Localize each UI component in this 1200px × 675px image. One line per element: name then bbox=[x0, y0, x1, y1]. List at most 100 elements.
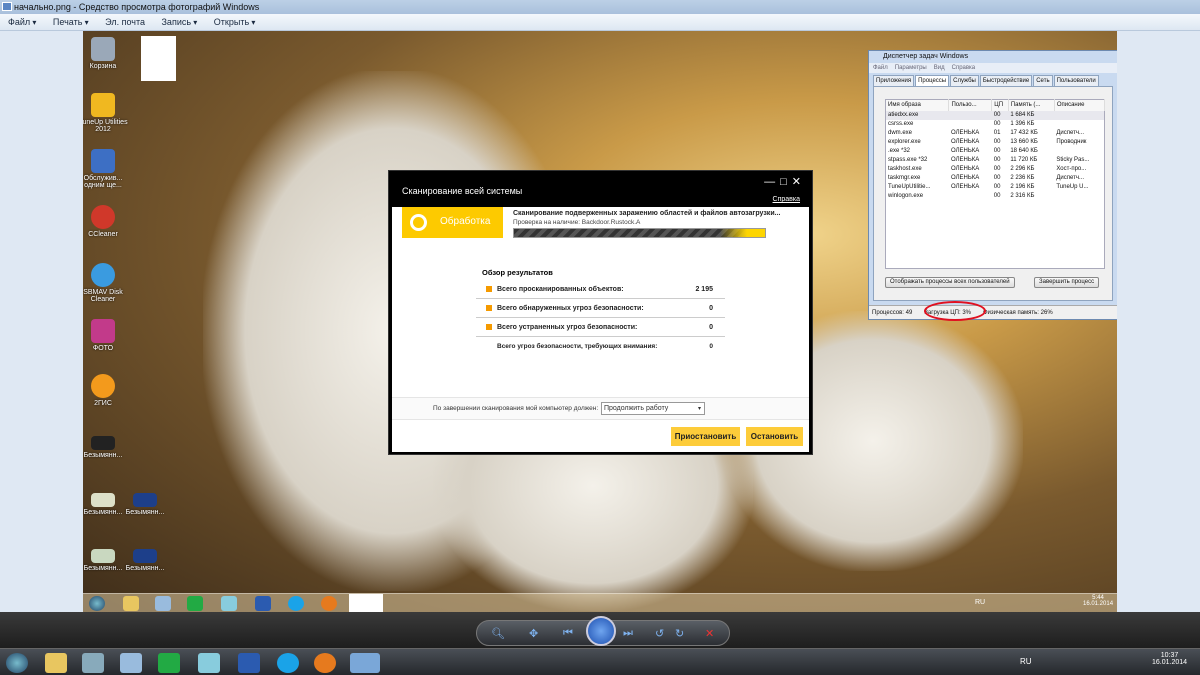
process-row[interactable]: stpass.exe *32 ОЛЕНЬКА 00 11 720 КБ Sticky P… bbox=[886, 156, 1105, 165]
skype-icon[interactable] bbox=[277, 653, 299, 673]
explorer-icon[interactable] bbox=[123, 596, 139, 611]
col-memory[interactable]: Память (... bbox=[1008, 99, 1055, 111]
menu-open[interactable]: Открыть bbox=[214, 17, 256, 27]
process-row[interactable]: .exe *32 ОЛЕНЬКА 00 18 640 КБ bbox=[886, 147, 1105, 156]
process-cell: Хост-про... bbox=[1056, 166, 1087, 172]
process-cell: ОЛЕНЬКА bbox=[950, 139, 980, 145]
word-icon[interactable] bbox=[238, 653, 260, 673]
after-scan-select[interactable]: Продолжить работу bbox=[601, 402, 705, 415]
process-cell: ОЛЕНЬКА bbox=[950, 130, 980, 136]
image-file-icon bbox=[133, 549, 157, 563]
process-cell: Диспетч... bbox=[1056, 130, 1085, 136]
process-cell: 2 296 КБ bbox=[1010, 166, 1035, 172]
firefox-icon[interactable] bbox=[321, 596, 337, 611]
clock[interactable]: 10:37 16.01.2014 bbox=[1152, 652, 1187, 666]
actual-size-icon[interactable]: ✥ bbox=[529, 627, 538, 640]
process-row[interactable]: taskhost.exe ОЛЕНЬКА 00 2 296 КБ Хост-про... bbox=[886, 165, 1105, 174]
tm-menu-options[interactable]: Параметры bbox=[895, 65, 927, 71]
menu-burn[interactable]: Запись bbox=[162, 17, 198, 27]
notes-icon[interactable] bbox=[198, 653, 220, 673]
col-description[interactable]: Описание bbox=[1054, 99, 1106, 111]
desktop-icon-image[interactable]: Безымянн... bbox=[117, 549, 173, 572]
tm-menu-file[interactable]: Файл bbox=[873, 65, 888, 71]
end-process-button[interactable]: Завершить процесс bbox=[1034, 277, 1100, 288]
inner-lang[interactable]: RU bbox=[975, 599, 985, 606]
next-icon[interactable]: ⏭ bbox=[623, 627, 633, 640]
calculator-icon[interactable] bbox=[155, 596, 171, 611]
memory-usage: Физическая память: 26% bbox=[982, 310, 1053, 316]
process-row[interactable]: winlogon.exe 00 2 316 КБ bbox=[886, 192, 1105, 201]
process-row[interactable]: TuneUpUtilitie... ОЛЕНЬКА 00 2 196 КБ TuneUp… bbox=[886, 183, 1105, 192]
firefox-icon[interactable] bbox=[314, 653, 336, 673]
maximize-icon[interactable]: □ bbox=[780, 176, 792, 188]
desktop-icon-foto[interactable]: ФОТО bbox=[83, 319, 131, 352]
col-image-name[interactable]: Имя образа bbox=[885, 99, 950, 111]
expand-icon[interactable] bbox=[486, 324, 492, 330]
rotate-left-icon[interactable]: ↺ bbox=[655, 627, 664, 640]
close-icon[interactable]: ✕ bbox=[792, 176, 806, 188]
col-user[interactable]: Пользо... bbox=[948, 99, 993, 111]
menu-file[interactable]: Файл bbox=[8, 17, 36, 27]
col-cpu[interactable]: ЦП bbox=[991, 99, 1009, 111]
show-all-processes-button[interactable]: Отображать процессы всех пользователей bbox=[885, 277, 1015, 288]
paint-icon[interactable] bbox=[82, 653, 104, 673]
desktop-icon-recycle-bin[interactable]: Корзина bbox=[83, 37, 131, 70]
start-button-icon[interactable] bbox=[6, 653, 28, 673]
processes-panel: Имя образа Пользо... ЦП Память (... Опис… bbox=[873, 86, 1113, 301]
process-row[interactable]: csrss.exe 00 1 396 КБ bbox=[886, 120, 1105, 129]
menu-email[interactable]: Эл. почта bbox=[105, 17, 145, 27]
stop-button[interactable]: Остановить bbox=[746, 427, 803, 446]
tm-menu-help[interactable]: Справка bbox=[952, 65, 976, 71]
task-manager-icon[interactable] bbox=[158, 653, 180, 673]
tab-applications[interactable]: Приложения bbox=[873, 75, 915, 86]
explorer-icon[interactable] bbox=[45, 653, 67, 673]
scan-check-line: Проверка на наличие: Backdoor.Rustock.A bbox=[513, 219, 641, 226]
process-row[interactable]: atiedxx.exe 00 1 684 КБ bbox=[885, 110, 1105, 120]
process-row[interactable]: dwm.exe ОЛЕНЬКА 01 17 432 КБ Диспетч... bbox=[886, 129, 1105, 138]
process-cell: 00 bbox=[993, 148, 1001, 154]
previous-icon[interactable]: ⏮ bbox=[563, 627, 573, 640]
inner-clock[interactable]: 5:44 16.01.2014 bbox=[1083, 595, 1113, 607]
desktop-icon-sbmav[interactable]: SBMAV Disk Cleaner bbox=[83, 263, 131, 303]
zoom-icon[interactable]: 🔍︎ bbox=[491, 627, 505, 640]
tab-services[interactable]: Службы bbox=[950, 75, 979, 86]
scan-status-line: Сканирование подверженных заражению обла… bbox=[513, 210, 781, 217]
process-cell: ОЛЕНЬКА bbox=[950, 148, 980, 154]
desktop-icon-maintenance[interactable]: Обслужив... одним ще... bbox=[83, 149, 131, 189]
process-cell: 11 720 КБ bbox=[1010, 157, 1038, 163]
desktop-icon-image[interactable]: Безымянн... bbox=[117, 493, 173, 516]
tm-menu-view[interactable]: Вид bbox=[934, 65, 945, 71]
lang-indicator[interactable]: RU bbox=[1020, 657, 1032, 666]
desktop-icon-image[interactable]: Безымянн... bbox=[83, 436, 131, 459]
rotate-right-icon[interactable]: ↻ bbox=[675, 627, 684, 640]
photo-viewer-task[interactable] bbox=[350, 653, 380, 673]
start-button-icon[interactable] bbox=[89, 596, 105, 611]
word-icon[interactable] bbox=[255, 596, 271, 611]
skype-icon[interactable] bbox=[288, 596, 304, 611]
calculator-icon[interactable] bbox=[120, 653, 142, 673]
tab-processes[interactable]: Процессы bbox=[915, 75, 950, 86]
minimize-icon[interactable]: — bbox=[764, 176, 780, 188]
process-cell: stpass.exe *32 bbox=[888, 157, 928, 163]
expand-icon[interactable] bbox=[486, 286, 492, 292]
delete-icon[interactable]: ✕ bbox=[705, 627, 714, 640]
desktop-icon-2gis[interactable]: 2ГИС bbox=[83, 374, 131, 407]
desktop-icon-ccleaner[interactable]: CCleaner bbox=[83, 205, 131, 238]
pause-button[interactable]: Приостановить bbox=[671, 427, 740, 446]
scan-dialog: Сканирование всей системы —□✕ Справка Об… bbox=[388, 170, 813, 455]
help-link[interactable]: Справка bbox=[773, 196, 800, 203]
slideshow-button[interactable] bbox=[586, 616, 616, 646]
process-row[interactable]: taskmgr.exe ОЛЕНЬКА 00 2 236 КБ Диспетч... bbox=[886, 174, 1105, 183]
process-cell bbox=[949, 111, 992, 120]
task-manager-icon[interactable] bbox=[187, 596, 203, 611]
blank-task[interactable] bbox=[349, 594, 383, 612]
tab-network[interactable]: Сеть bbox=[1033, 75, 1053, 86]
tab-performance[interactable]: Быстродействие bbox=[979, 75, 1033, 86]
process-row[interactable]: explorer.exe ОЛЕНЬКА 00 13 660 КБ Проводник bbox=[886, 138, 1105, 147]
expand-icon[interactable] bbox=[486, 305, 492, 311]
menu-print[interactable]: Печать bbox=[53, 17, 89, 27]
menu-bar: Файл Печать Эл. почта Запись Открыть bbox=[0, 14, 1200, 31]
desktop-icon-tuneup[interactable]: TuneUp Utilities 2012 bbox=[83, 93, 131, 133]
tab-users[interactable]: Пользователи bbox=[1053, 75, 1099, 86]
notes-icon[interactable] bbox=[221, 596, 237, 611]
